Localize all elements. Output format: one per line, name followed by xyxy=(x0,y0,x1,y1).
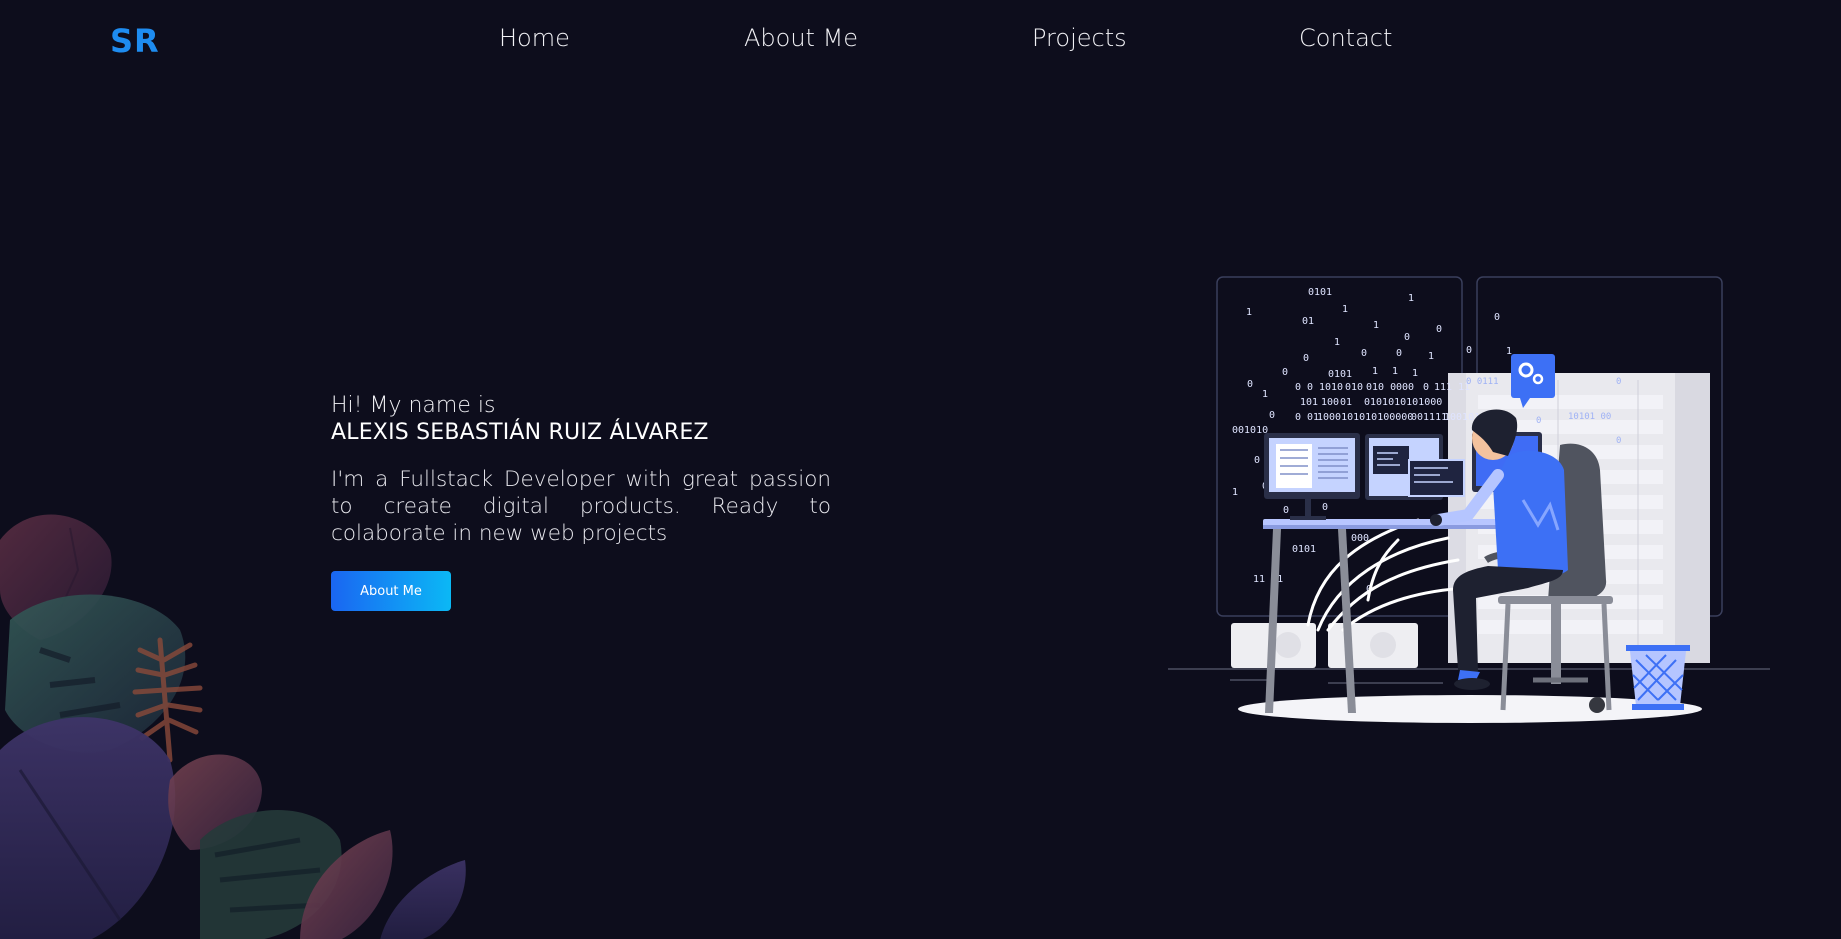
svg-text:1: 1 xyxy=(1506,346,1512,357)
svg-text:0: 0 xyxy=(1322,502,1328,513)
svg-text:01: 01 xyxy=(1340,397,1352,408)
svg-text:101: 101 xyxy=(1300,397,1318,408)
hero-greeting: Hi! My name is xyxy=(331,393,496,418)
svg-text:0: 0 xyxy=(1283,505,1289,516)
svg-text:0101010101000: 0101010101000 xyxy=(1364,397,1442,408)
svg-text:0 0111: 0 0111 xyxy=(1466,377,1499,387)
svg-text:1: 1 xyxy=(1392,366,1398,377)
hero-section: Hi! My name is ALEXIS SEBASTIÁN RUIZ ÁLV… xyxy=(331,392,831,611)
svg-text:0: 0 xyxy=(1616,436,1621,446)
nav-about-me[interactable]: About Me xyxy=(744,24,858,52)
svg-text:1: 1 xyxy=(1372,366,1378,377)
svg-text:0: 0 xyxy=(1436,324,1442,335)
svg-text:010: 010 xyxy=(1345,382,1363,393)
svg-text:0: 0 xyxy=(1536,416,1541,426)
nav-contact[interactable]: Contact xyxy=(1299,24,1392,52)
svg-text:0: 0 xyxy=(1282,367,1288,378)
svg-text:111 11: 111 11 xyxy=(1434,382,1470,393)
svg-text:1: 1 xyxy=(1334,337,1340,348)
logo[interactable]: SR xyxy=(110,22,160,60)
svg-text:1: 1 xyxy=(1373,320,1379,331)
svg-text:100: 100 xyxy=(1321,397,1339,408)
svg-text:010 0: 010 0 xyxy=(1366,382,1396,393)
svg-text:0 01: 0 01 xyxy=(1295,412,1319,423)
svg-text:1: 1 xyxy=(1232,487,1238,498)
svg-text:01: 01 xyxy=(1302,316,1314,327)
svg-text:1000101010100000: 1000101010100000 xyxy=(1317,412,1413,423)
nav-projects[interactable]: Projects xyxy=(1032,24,1127,52)
svg-text:0: 0 xyxy=(1423,382,1429,393)
svg-text:1: 1 xyxy=(1262,389,1268,400)
svg-text:1: 1 xyxy=(1342,304,1348,315)
svg-text:000: 000 xyxy=(1396,382,1414,393)
svg-text:0: 0 xyxy=(1466,345,1472,356)
svg-text:1: 1 xyxy=(1408,293,1414,304)
svg-text:0: 0 xyxy=(1404,332,1410,343)
svg-text:0: 0 xyxy=(1254,455,1260,466)
svg-text:1010: 1010 xyxy=(1319,382,1343,393)
about-me-button[interactable]: About Me xyxy=(331,571,451,611)
svg-text:0: 0 xyxy=(1247,379,1253,390)
svg-text:1: 1 xyxy=(1246,307,1252,318)
svg-text:0: 0 xyxy=(1616,377,1621,387)
svg-text:0 0: 0 0 xyxy=(1295,382,1313,393)
svg-text:0: 0 xyxy=(1269,410,1275,421)
svg-text:1: 1 xyxy=(1412,368,1418,379)
svg-text:001111: 001111 xyxy=(1411,412,1447,423)
svg-text:0101: 0101 xyxy=(1308,287,1332,298)
svg-text:0: 0 xyxy=(1303,353,1309,364)
svg-text:0101: 0101 xyxy=(1292,544,1316,555)
svg-text:10101 00: 10101 00 xyxy=(1568,412,1611,422)
page: SR Home About Me Projects Contact Hi! My… xyxy=(0,0,1841,939)
nav-home[interactable]: Home xyxy=(499,24,570,52)
hero-name: ALEXIS SEBASTIÁN RUIZ ÁLVAREZ xyxy=(331,420,709,445)
svg-text:001010: 001010 xyxy=(1232,425,1268,436)
svg-text:0: 0 xyxy=(1396,348,1402,359)
developer-illustration: 0101 1 1 1 01 1 0 0 1 0 0 1 0 0 0101 1 1… xyxy=(1168,276,1770,723)
svg-text:0101: 0101 xyxy=(1328,369,1352,380)
svg-text:0: 0 xyxy=(1494,312,1500,323)
svg-text:0: 0 xyxy=(1361,348,1367,359)
svg-text:1: 1 xyxy=(1428,351,1434,362)
hero-description: I'm a Fullstack Developer with great pas… xyxy=(331,467,831,546)
